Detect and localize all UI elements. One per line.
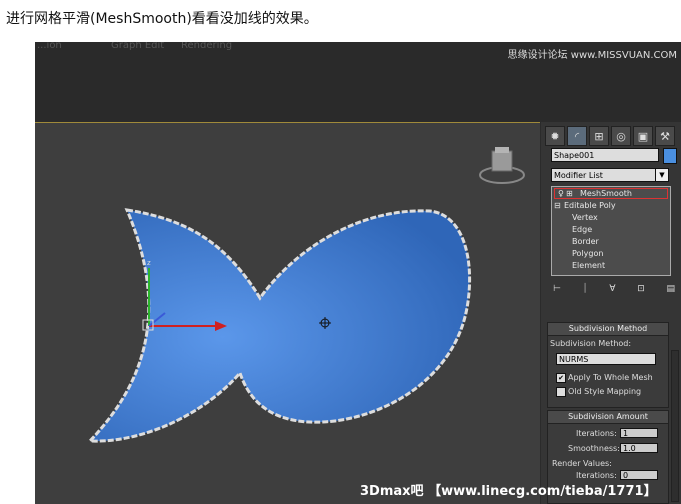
show-end-result-icon[interactable]: ⏐ xyxy=(583,284,588,298)
stack-sub-element[interactable]: Element xyxy=(572,261,605,270)
stack-item-editable-poly[interactable]: Editable Poly xyxy=(564,201,616,210)
object-name-field[interactable]: Shape001 xyxy=(551,148,659,162)
make-unique-icon[interactable]: ∀ xyxy=(609,284,615,298)
max-screenshot: ...ion Graph Edit Rendering 思缘设计论坛 www.M… xyxy=(35,42,681,504)
stack-sub-vertex[interactable]: Vertex xyxy=(572,213,598,222)
expand-plus-icon[interactable]: ⊞ xyxy=(566,189,573,198)
iterations-spinner[interactable]: 1 xyxy=(620,428,658,438)
command-panel: ✹ ◜ ⊞ ◎ ▣ ⚒ Shape001 Modifier List ▼ ♀ ⊞… xyxy=(541,122,681,504)
meshsmooth-shape xyxy=(86,208,472,443)
smoothness-value: 1.0 xyxy=(623,444,636,453)
utilities-icon[interactable]: ⚒ xyxy=(655,126,675,146)
old-style-checkbox[interactable] xyxy=(556,387,566,397)
command-tabs: ✹ ◜ ⊞ ◎ ▣ ⚒ xyxy=(545,126,675,146)
subdivision-method-rollout: Subdivision Method Subdivision Method: N… xyxy=(547,322,669,408)
menu-ghost-1[interactable]: ...ion xyxy=(37,42,62,51)
modifier-stack: ♀ ⊞ MeshSmooth ⊟ Editable Poly Vertex Ed… xyxy=(551,186,671,276)
stack-sub-border[interactable]: Border xyxy=(572,237,599,246)
method-label: Subdivision Method: xyxy=(550,339,632,348)
viewport-canvas: z xyxy=(86,147,525,443)
remove-modifier-icon[interactable]: ⊡ xyxy=(637,284,645,298)
apply-whole-mesh-label: Apply To Whole Mesh xyxy=(568,373,653,382)
render-iterations-value: 0 xyxy=(623,471,629,480)
smoothness-label: Smoothness: xyxy=(568,444,620,453)
render-values-label: Render Values: xyxy=(552,459,612,468)
panel-scrollbar[interactable] xyxy=(671,350,679,502)
modifier-list-dropdown[interactable]: Modifier List ▼ xyxy=(551,168,669,182)
forum-watermark: 3Dmax吧 【www.linecg.com/tieba/1771】 xyxy=(360,484,657,499)
perspective-viewport[interactable]: z xyxy=(35,122,540,504)
page-caption: 进行网格平滑(MeshSmooth)看看没加线的效果。 xyxy=(6,11,318,27)
collapse-minus-icon[interactable]: ⊟ xyxy=(554,201,561,210)
rollout-title-amount[interactable]: Subdivision Amount xyxy=(548,411,668,424)
stack-sub-polygon[interactable]: Polygon xyxy=(572,249,603,258)
method-dropdown[interactable]: NURMS xyxy=(556,353,656,365)
iterations-value: 1 xyxy=(623,429,629,438)
smoothness-spinner[interactable]: 1.0 xyxy=(620,443,658,453)
apply-whole-mesh-checkbox[interactable]: ✔ xyxy=(556,373,566,383)
view-cube-icon xyxy=(479,147,525,184)
menu-bar: ...ion Graph Edit Rendering 思缘设计论坛 www.M… xyxy=(35,42,681,120)
stack-item-meshsmooth[interactable]: MeshSmooth xyxy=(580,189,632,198)
old-style-label: Old Style Mapping xyxy=(568,387,642,396)
modify-icon[interactable]: ◜ xyxy=(567,126,587,146)
stack-sub-edge[interactable]: Edge xyxy=(572,225,592,234)
modifier-list-label: Modifier List xyxy=(554,171,603,180)
stack-toolbar: ⊢ ⏐ ∀ ⊡ ▤ xyxy=(553,284,675,298)
menu-ghost-3[interactable]: Rendering xyxy=(181,42,232,51)
pin-stack-icon[interactable]: ⊢ xyxy=(553,284,561,298)
motion-icon[interactable]: ◎ xyxy=(611,126,631,146)
create-icon[interactable]: ✹ xyxy=(545,126,565,146)
menu-ghost-2[interactable]: Graph Edit xyxy=(111,42,164,51)
object-color-swatch[interactable] xyxy=(663,148,677,164)
render-iterations-spinner[interactable]: 0 xyxy=(620,470,658,480)
display-icon[interactable]: ▣ xyxy=(633,126,653,146)
hierarchy-icon[interactable]: ⊞ xyxy=(589,126,609,146)
svg-text:z: z xyxy=(147,259,151,267)
iterations-label: Iterations: xyxy=(576,429,617,438)
method-value: NURMS xyxy=(559,355,589,364)
configure-sets-icon[interactable]: ▤ xyxy=(666,284,675,298)
site-logo: 思缘设计论坛 www.MISSVUAN.COM xyxy=(507,50,677,61)
rollout-title-method[interactable]: Subdivision Method xyxy=(548,323,668,336)
lightbulb-icon[interactable]: ♀ xyxy=(558,189,564,198)
render-iterations-label: Iterations: xyxy=(576,471,617,480)
chevron-down-icon: ▼ xyxy=(655,169,668,181)
